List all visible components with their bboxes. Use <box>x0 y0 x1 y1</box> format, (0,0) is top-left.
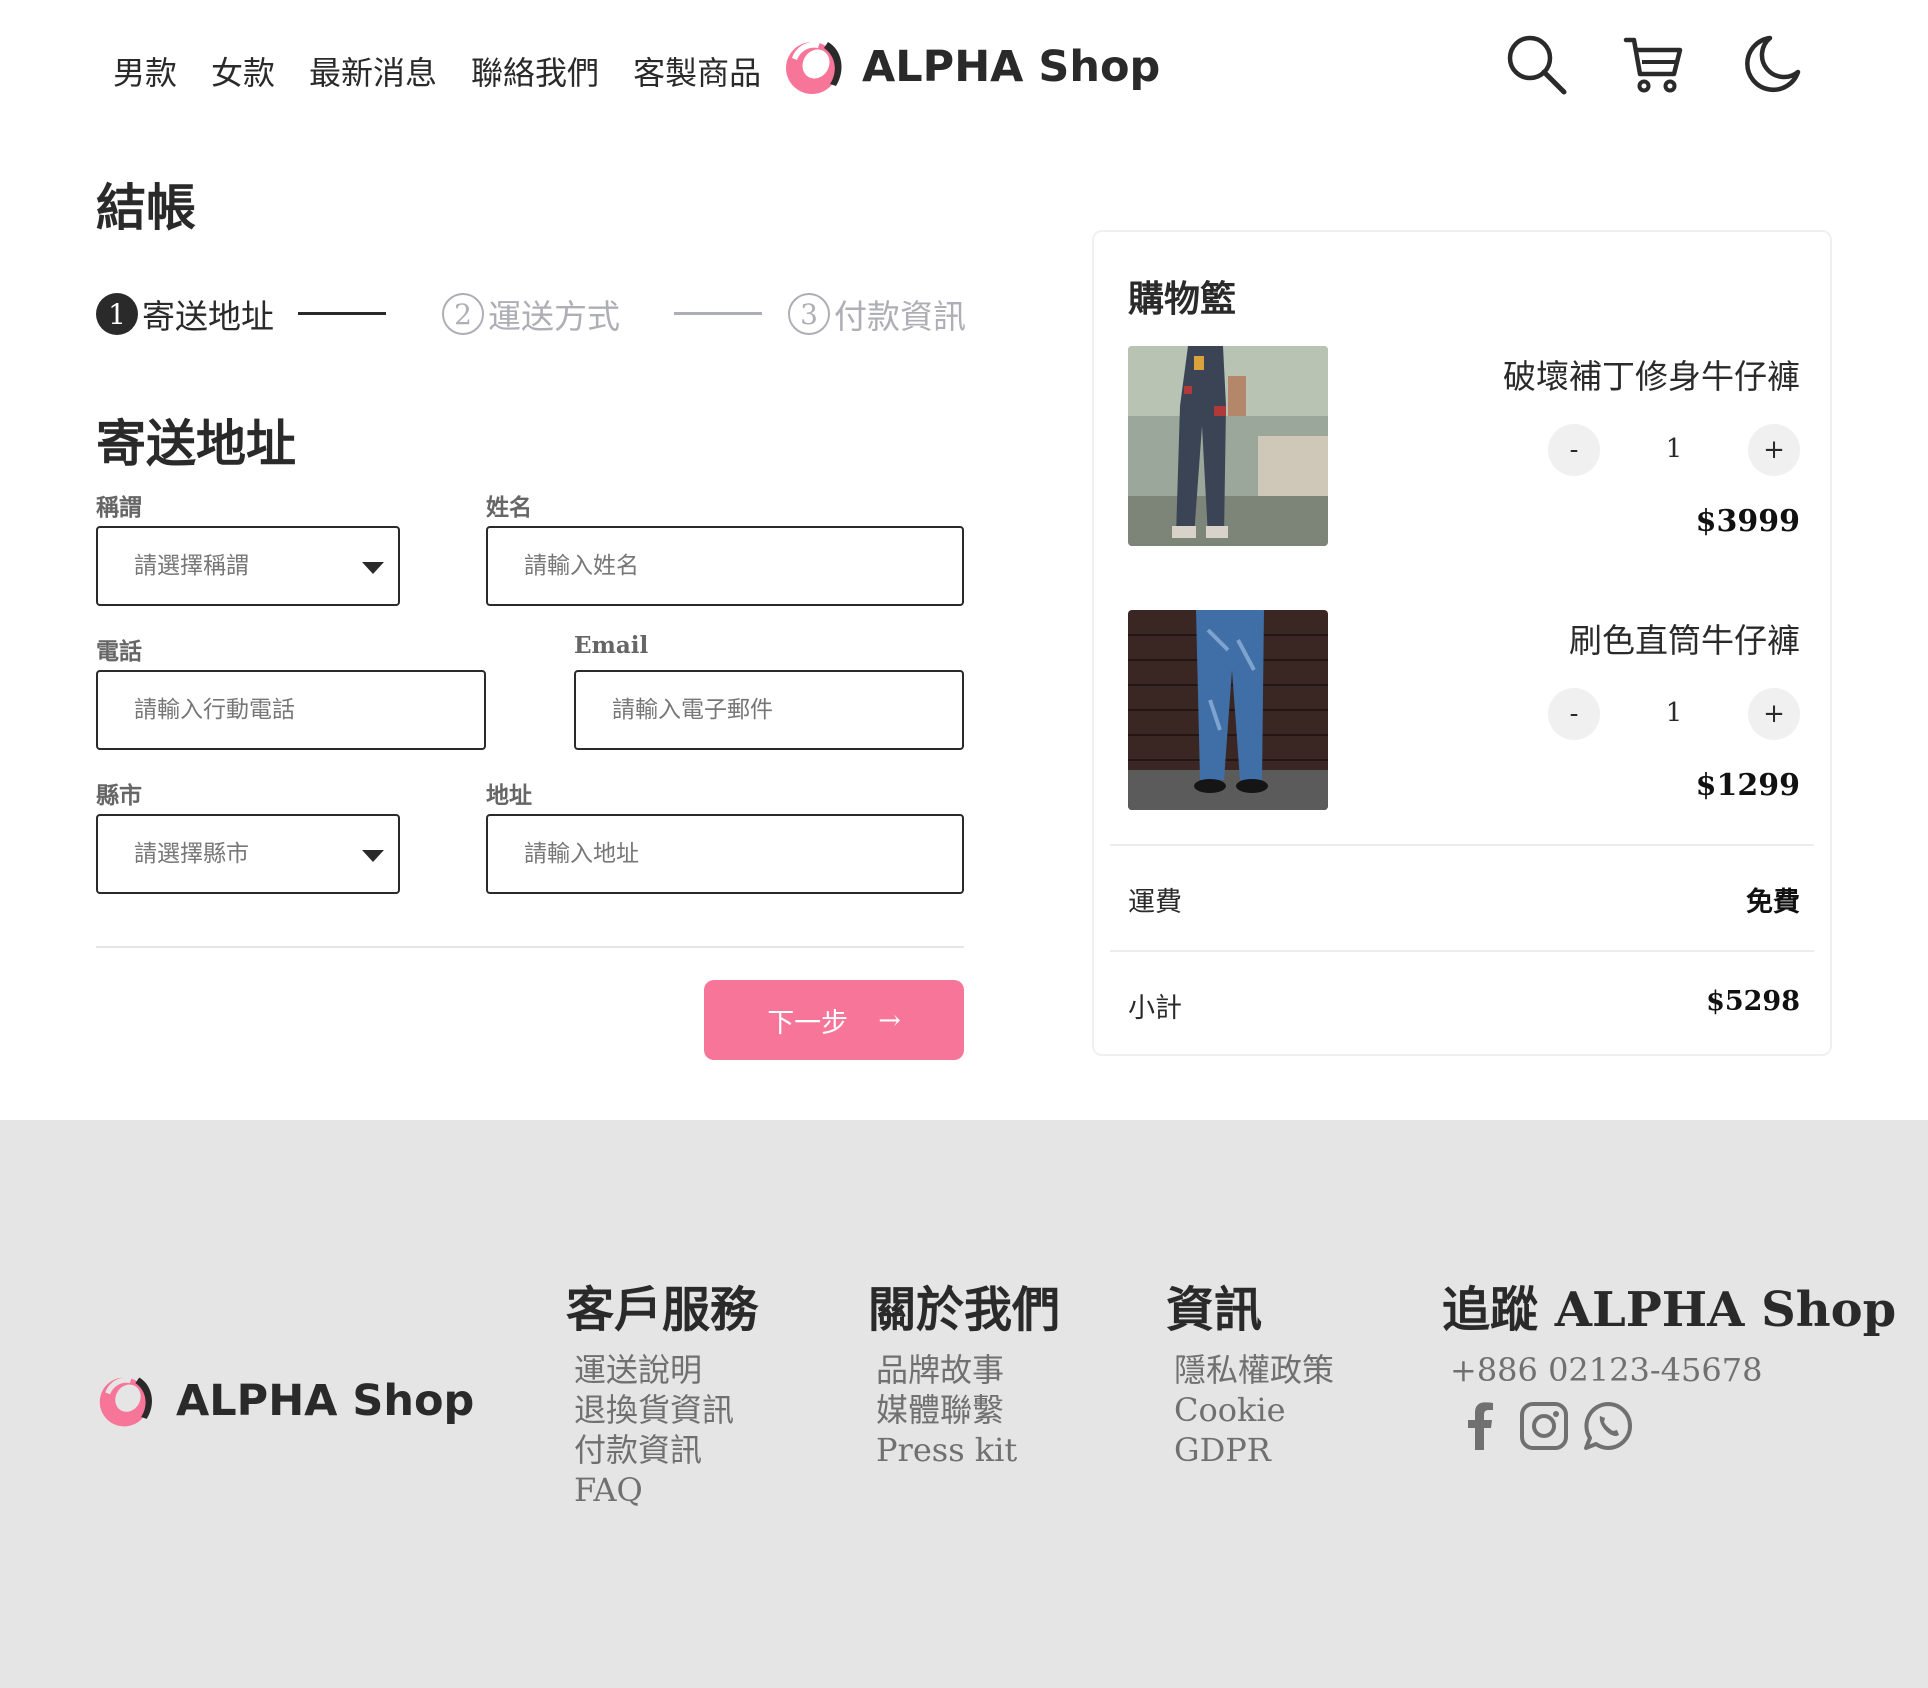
cart-item: 破壞補丁修身牛仔褲 - 1 + $3999 <box>1128 346 1800 546</box>
cart-icon[interactable] <box>1622 32 1686 96</box>
page-title: 結帳 <box>96 178 196 237</box>
subtotal-label: 小計 <box>1128 993 1182 1024</box>
alpha-logo-icon <box>99 1377 152 1427</box>
footer-link[interactable]: 品牌故事 <box>876 1350 1060 1390</box>
step-number: 2 <box>442 293 484 335</box>
product-price: $3999 <box>1695 504 1800 539</box>
form-divider <box>96 946 964 948</box>
city-label: 縣市 <box>96 782 142 809</box>
product-price: $1299 <box>1695 768 1800 803</box>
social-links <box>1442 1400 1896 1452</box>
nav-custom[interactable]: 客製商品 <box>633 48 761 94</box>
quantity-stepper: - 1 + <box>1548 688 1800 740</box>
product-name: 刷色直筒牛仔褲 <box>1569 621 1800 660</box>
footer-link[interactable]: 運送說明 <box>574 1350 758 1390</box>
header-actions <box>1504 32 1804 96</box>
cart-panel: 購物籃 破壞補丁修身牛仔褲 - 1 + $3999 刷色直筒牛仔褲 - 1 + … <box>1092 230 1832 1056</box>
cart-divider <box>1110 844 1814 846</box>
salutation-select[interactable]: 請選擇稱謂 <box>96 526 400 606</box>
header-logo[interactable]: ALPHA Shop <box>782 34 1160 100</box>
moon-icon[interactable] <box>1740 32 1804 96</box>
address-field[interactable] <box>486 814 964 894</box>
main-nav: 男款 女款 最新消息 聯絡我們 客製商品 <box>113 48 761 94</box>
footer-brand-name: ALPHA Shop <box>176 1376 475 1426</box>
nav-women[interactable]: 女款 <box>211 48 275 94</box>
product-name: 破壞補丁修身牛仔褲 <box>1503 357 1800 396</box>
step-number: 3 <box>788 293 830 335</box>
step-connector <box>298 312 386 315</box>
shipping-label: 運費 <box>1128 887 1182 918</box>
step-connector <box>674 312 762 315</box>
city-placeholder: 請選擇縣市 <box>134 841 249 867</box>
next-step-label: 下一步 <box>767 1007 849 1039</box>
footer-column-title: 客戶服務 <box>566 1282 759 1338</box>
footer-phone[interactable]: +886 02123-45678 <box>1450 1350 1896 1390</box>
step-payment: 3 付款資訊 <box>788 290 966 338</box>
phone-input[interactable] <box>134 672 443 748</box>
footer-link[interactable]: GDPR <box>1174 1430 1334 1470</box>
email-input[interactable] <box>612 672 921 748</box>
footer-link[interactable]: FAQ <box>574 1470 758 1510</box>
step-label: 運送方式 <box>488 297 620 336</box>
salutation-label: 稱謂 <box>96 494 142 521</box>
footer-column-info: 資訊 隱私權政策 Cookie GDPR <box>1166 1270 1334 1470</box>
nav-news[interactable]: 最新消息 <box>309 48 437 94</box>
footer-column-title: 資訊 <box>1166 1282 1263 1338</box>
cart-title: 購物籃 <box>1128 278 1237 320</box>
caret-down-icon <box>362 562 384 574</box>
caret-down-icon <box>362 850 384 862</box>
step-label: 寄送地址 <box>142 297 274 336</box>
subtotal-value: $5298 <box>1706 986 1800 1017</box>
cart-divider <box>1110 950 1814 952</box>
phone-label: 電話 <box>96 638 142 665</box>
increase-button[interactable]: + <box>1748 688 1800 740</box>
email-label: Email <box>574 632 649 659</box>
name-input[interactable] <box>524 528 904 604</box>
product-image <box>1128 346 1328 546</box>
footer-column-title: 追蹤 ALPHA Shop <box>1442 1282 1897 1338</box>
email-field[interactable] <box>574 670 964 750</box>
footer-logo[interactable]: ALPHA Shop <box>96 1370 474 1432</box>
header-brand-name: ALPHA Shop <box>862 42 1161 92</box>
arrow-right-icon: → <box>878 1004 901 1036</box>
footer-column-follow: 追蹤 ALPHA Shop +886 02123-45678 <box>1442 1270 1896 1452</box>
address-input[interactable] <box>524 816 904 892</box>
step-shipping: 2 運送方式 <box>442 290 620 338</box>
address-label: 地址 <box>486 782 532 809</box>
cart-item: 刷色直筒牛仔褲 - 1 + $1299 <box>1128 610 1800 810</box>
checkout-stepper: 1 寄送地址 2 運送方式 3 付款資訊 <box>96 290 966 340</box>
phone-field[interactable] <box>96 670 486 750</box>
instagram-icon[interactable] <box>1518 1400 1570 1452</box>
footer-link[interactable]: 隱私權政策 <box>1174 1350 1334 1390</box>
city-select[interactable]: 請選擇縣市 <box>96 814 400 894</box>
footer-column-title: 關於我們 <box>868 1282 1061 1338</box>
footer-link[interactable]: Press kit <box>876 1430 1060 1470</box>
footer-link[interactable]: 媒體聯繫 <box>876 1390 1060 1430</box>
footer-link[interactable]: 付款資訊 <box>574 1430 758 1470</box>
section-title: 寄送地址 <box>96 414 296 473</box>
footer: ALPHA Shop 客戶服務 運送說明 退換貨資訊 付款資訊 FAQ 關於我們… <box>0 1120 1928 1688</box>
shipping-value: 免費 <box>1746 887 1800 918</box>
next-step-button[interactable]: 下一步 → <box>704 980 964 1060</box>
salutation-placeholder: 請選擇稱謂 <box>134 553 249 579</box>
alpha-logo-icon <box>786 41 842 94</box>
product-image <box>1128 610 1328 810</box>
increase-button[interactable]: + <box>1748 424 1800 476</box>
quantity-stepper: - 1 + <box>1548 424 1800 476</box>
step-label: 付款資訊 <box>834 297 966 336</box>
footer-column-about: 關於我們 品牌故事 媒體聯繫 Press kit <box>868 1270 1060 1470</box>
step-address: 1 寄送地址 <box>96 290 274 338</box>
footer-link[interactable]: Cookie <box>1174 1390 1334 1430</box>
nav-contact[interactable]: 聯絡我們 <box>471 48 599 94</box>
facebook-icon[interactable] <box>1454 1400 1506 1452</box>
nav-men[interactable]: 男款 <box>113 48 177 94</box>
footer-link[interactable]: 退換貨資訊 <box>574 1390 758 1430</box>
step-number: 1 <box>96 293 138 335</box>
name-field[interactable] <box>486 526 964 606</box>
search-icon[interactable] <box>1504 32 1568 96</box>
name-label: 姓名 <box>486 494 532 521</box>
whatsapp-icon[interactable] <box>1582 1400 1634 1452</box>
footer-column-service: 客戶服務 運送說明 退換貨資訊 付款資訊 FAQ <box>566 1270 758 1510</box>
